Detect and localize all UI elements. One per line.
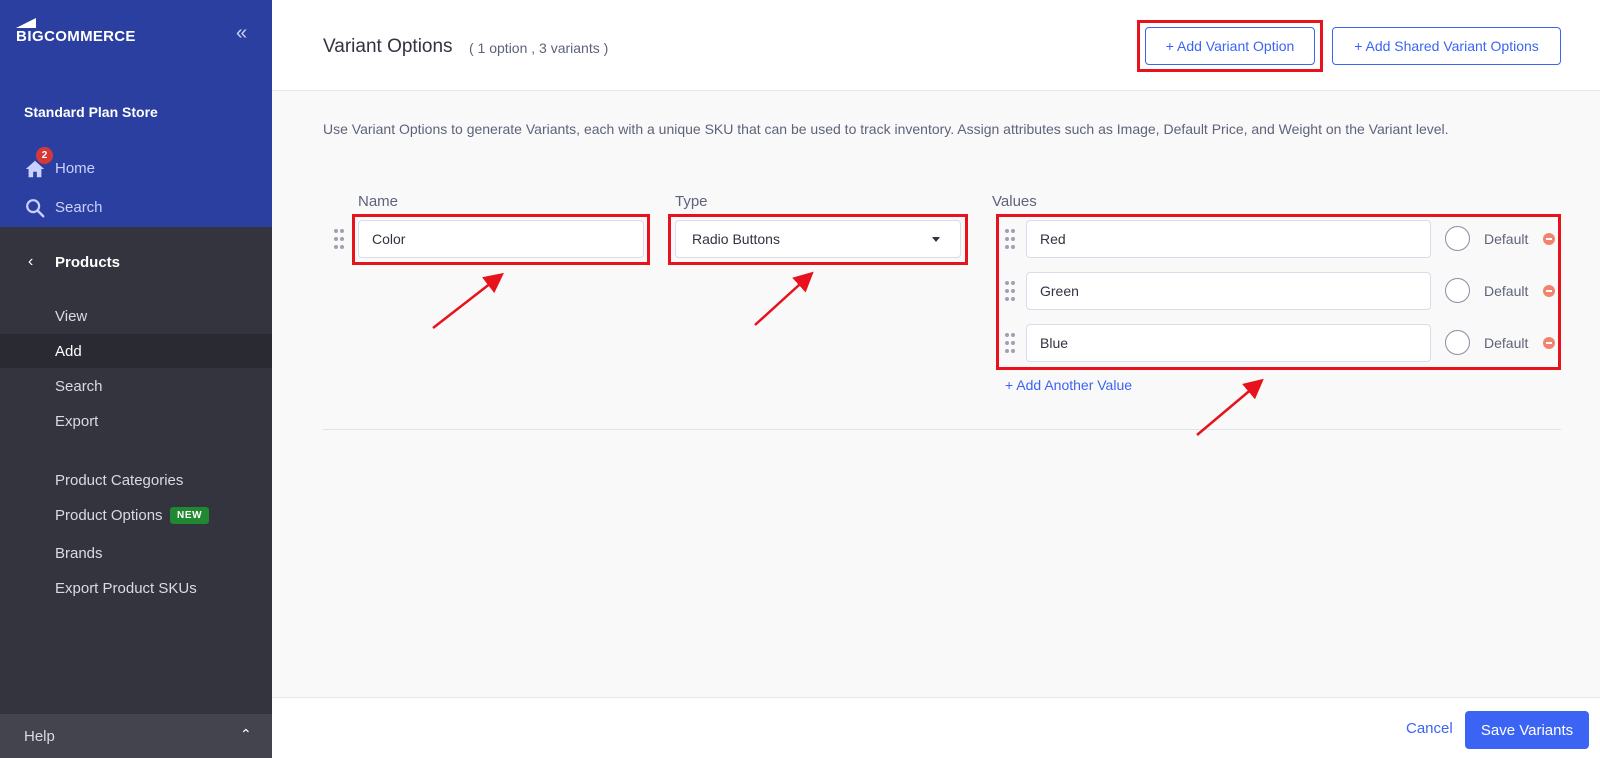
sidebar-item-label: Brands	[55, 544, 103, 562]
default-radio[interactable]	[1445, 330, 1470, 355]
sidebar-item-label: Product Options	[55, 506, 163, 524]
drag-handle-icon[interactable]	[1005, 229, 1015, 251]
add-another-value-link[interactable]: + Add Another Value	[1005, 377, 1132, 393]
drag-handle-icon[interactable]	[334, 229, 344, 251]
sidebar-item-product-options[interactable]: Product Options NEW	[0, 498, 272, 532]
default-label: Default	[1484, 283, 1529, 299]
bigcommerce-logo[interactable]: BIG COMMERCE	[16, 17, 136, 48]
page-header: Variant Options ( 1 option , 3 variants …	[272, 0, 1600, 91]
sidebar-item-view[interactable]: View	[0, 299, 272, 333]
add-shared-variant-options-button[interactable]: + Add Shared Variant Options	[1332, 27, 1561, 65]
help-label: Help	[24, 727, 55, 745]
sidebar-item-label: View	[55, 307, 88, 325]
sidebar-item-label: Search	[55, 198, 103, 216]
remove-value-icon[interactable]	[1543, 337, 1555, 349]
sidebar-item-product-categories[interactable]: Product Categories	[0, 463, 272, 497]
option-type-value: Radio Buttons	[692, 231, 780, 247]
description-text: Use Variant Options to generate Variants…	[323, 121, 1449, 137]
sidebar-item-export-product-skus[interactable]: Export Product SKUs	[0, 571, 272, 605]
add-variant-option-button[interactable]: + Add Variant Option	[1145, 27, 1315, 65]
sidebar-item-search-products[interactable]: Search	[0, 369, 272, 403]
caret-down-icon	[932, 237, 940, 242]
value-input[interactable]: Red	[1026, 220, 1431, 258]
sidebar-item-label: Export	[55, 412, 99, 430]
sidebar-item-home[interactable]: 2 Home	[0, 147, 272, 186]
value-input[interactable]: Green	[1026, 272, 1431, 310]
option-name-input[interactable]: Color	[358, 220, 644, 258]
type-label: Type	[675, 193, 708, 210]
sidebar-item-label: Product Categories	[55, 471, 184, 489]
sidebar-section-products[interactable]: ‹ Products	[0, 244, 272, 280]
chevron-up-icon: ⌃	[240, 726, 252, 742]
sidebar-item-label: Export Product SKUs	[55, 579, 197, 597]
help-bar[interactable]: Help ⌃	[0, 714, 272, 758]
main-content: Variant Options ( 1 option , 3 variants …	[272, 0, 1600, 758]
value-input[interactable]: Blue	[1026, 324, 1431, 362]
chevron-left-icon: ‹	[28, 253, 34, 270]
drag-handle-icon[interactable]	[1005, 281, 1015, 303]
cancel-button[interactable]: Cancel	[1406, 720, 1453, 737]
value-text: Blue	[1040, 335, 1069, 351]
sidebar-header: BIG COMMERCE « Standard Plan Store 2 Hom…	[0, 0, 272, 227]
logo-commerce-text: COMMERCE	[44, 27, 136, 45]
value-text: Green	[1040, 283, 1079, 299]
store-name: Standard Plan Store	[24, 104, 158, 120]
values-label: Values	[992, 193, 1037, 210]
new-badge: NEW	[170, 507, 210, 524]
search-icon	[26, 199, 45, 218]
default-label: Default	[1484, 335, 1529, 351]
save-variants-button[interactable]: Save Variants	[1465, 711, 1589, 749]
page-subtitle: ( 1 option , 3 variants )	[469, 40, 609, 56]
default-radio[interactable]	[1445, 278, 1470, 303]
collapse-sidebar-icon[interactable]: «	[236, 23, 258, 44]
sidebar-item-brands[interactable]: Brands	[0, 536, 272, 570]
name-label: Name	[358, 193, 399, 210]
notification-badge: 2	[36, 147, 53, 164]
remove-value-icon[interactable]	[1543, 233, 1555, 245]
drag-handle-icon[interactable]	[1005, 333, 1015, 355]
sidebar-item-add[interactable]: Add	[0, 334, 272, 368]
logo-roof-icon	[16, 17, 36, 28]
value-text: Red	[1040, 231, 1066, 247]
page-title: Variant Options	[323, 36, 453, 57]
sidebar-item-export[interactable]: Export	[0, 404, 272, 438]
option-name-value: Color	[372, 231, 406, 247]
default-radio[interactable]	[1445, 226, 1470, 251]
sidebar-item-search[interactable]: Search	[0, 189, 272, 225]
divider	[323, 429, 1561, 430]
sidebar-item-label: Add	[55, 342, 82, 360]
remove-value-icon[interactable]	[1543, 285, 1555, 297]
sidebar-item-label: Search	[55, 377, 103, 395]
default-label: Default	[1484, 231, 1529, 247]
page-footer: Cancel Save Variants	[272, 697, 1600, 758]
section-label: Products	[55, 253, 121, 271]
option-type-select[interactable]: Radio Buttons	[675, 220, 961, 258]
sidebar: BIG COMMERCE « Standard Plan Store 2 Hom…	[0, 0, 272, 758]
logo-big-text: BIG	[16, 17, 44, 45]
sidebar-item-label: Home	[55, 159, 96, 177]
